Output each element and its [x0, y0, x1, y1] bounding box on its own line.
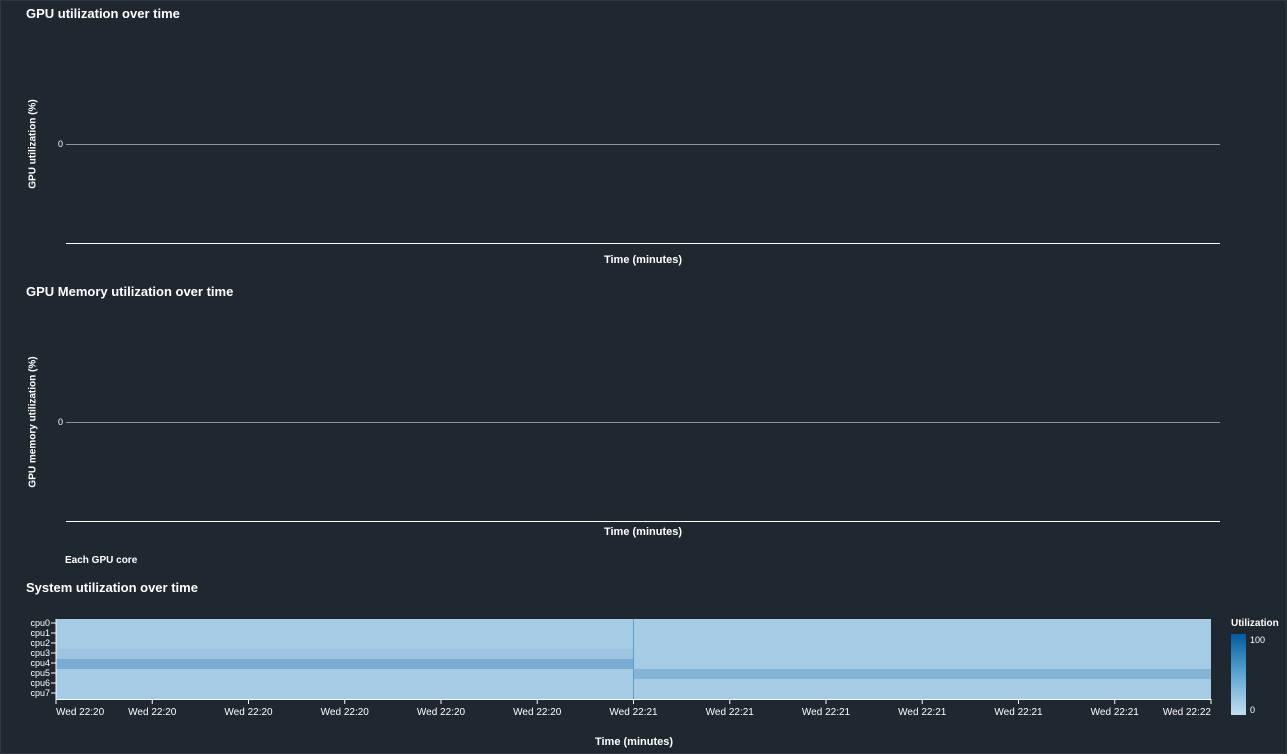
- heatmap-cell-cpu6-1: [56, 679, 633, 689]
- heatmap-x-tick-label: Wed 22:21: [706, 707, 755, 718]
- heatmap-x-tick-label: Wed 22:21: [1091, 707, 1140, 718]
- heatmap-cell-cpu7-2: [633, 689, 1211, 699]
- heatmap-x-tick-label: Wed 22:20: [417, 707, 466, 718]
- heatmap-cell-cpu0-1: [56, 619, 633, 629]
- utilization-legend-gradient: [1231, 634, 1246, 715]
- heatmap-x-tick-label: Wed 22:20: [56, 707, 105, 718]
- heatmap-y-tick-label: cpu6: [30, 678, 50, 688]
- heatmap-x-tick-label: Wed 22:21: [898, 707, 947, 718]
- heatmap-x-tick-label: Wed 22:20: [513, 707, 562, 718]
- utilization-legend-min: 0: [1250, 705, 1255, 715]
- heatmap-cell-cpu4-1: [56, 659, 633, 669]
- heatmap-cell-cpu0-2: [633, 619, 1211, 629]
- heatmap-cell-cpu1-1: [56, 629, 633, 639]
- heatmap-x-tick-label: Wed 22:21: [994, 707, 1043, 718]
- heatmap-cell-cpu2-1: [56, 639, 633, 649]
- heatmap-cell-cpu3-2: [633, 649, 1211, 659]
- heatmap-x-tick-label: Wed 22:20: [321, 707, 370, 718]
- heatmap-y-tick-label: cpu2: [30, 638, 50, 648]
- heatmap-y-tick-label: cpu5: [30, 668, 50, 678]
- heatmap-x-ticks: Wed 22:20 Wed 22:20 Wed 22:20 Wed 22:20 Wed …: [55, 699, 1212, 718]
- heatmap-cell-cpu4-2: [633, 659, 1211, 669]
- heatmap-cell-cpu5-1: [56, 669, 633, 679]
- heatmap-cell-cpu7-1: [56, 689, 633, 699]
- heatmap-x-tick-label: Wed 22:21: [802, 707, 851, 718]
- heatmap-x-tick-label: Wed 22:20: [128, 707, 177, 718]
- heatmap-y-tick-label: cpu7: [30, 688, 50, 698]
- heatmap-x-tick-label: Wed 22:21: [609, 707, 658, 718]
- heatmap-cell-cpu1-2: [633, 629, 1211, 639]
- heatmap-cell-cpu2-2: [633, 639, 1211, 649]
- heatmap-y-ticks: cpu0cpu1cpu2cpu3cpu4cpu5cpu6cpu7: [30, 618, 56, 698]
- heatmap-y-tick-label: cpu0: [30, 618, 50, 628]
- heatmap-y-tick-label: cpu1: [30, 628, 50, 638]
- heatmap-x-tick-label: Wed 22:20: [224, 707, 273, 718]
- heatmap-cell-cpu5-2: [633, 669, 1211, 679]
- heatmap-y-tick-label: cpu4: [30, 658, 50, 668]
- utilization-legend-max: 100: [1250, 635, 1265, 645]
- heatmap-y-tick-label: cpu3: [30, 648, 50, 658]
- heatmap-cell-cpu3-1: [56, 649, 633, 659]
- heatmap-cell-cpu6-2: [633, 679, 1211, 689]
- charts-canvas: cpu0cpu1cpu2cpu3cpu4cpu5cpu6cpu7 Wed 22:…: [30, 144, 1265, 718]
- heatmap-x-tick-label: Wed 22:22: [1163, 707, 1212, 718]
